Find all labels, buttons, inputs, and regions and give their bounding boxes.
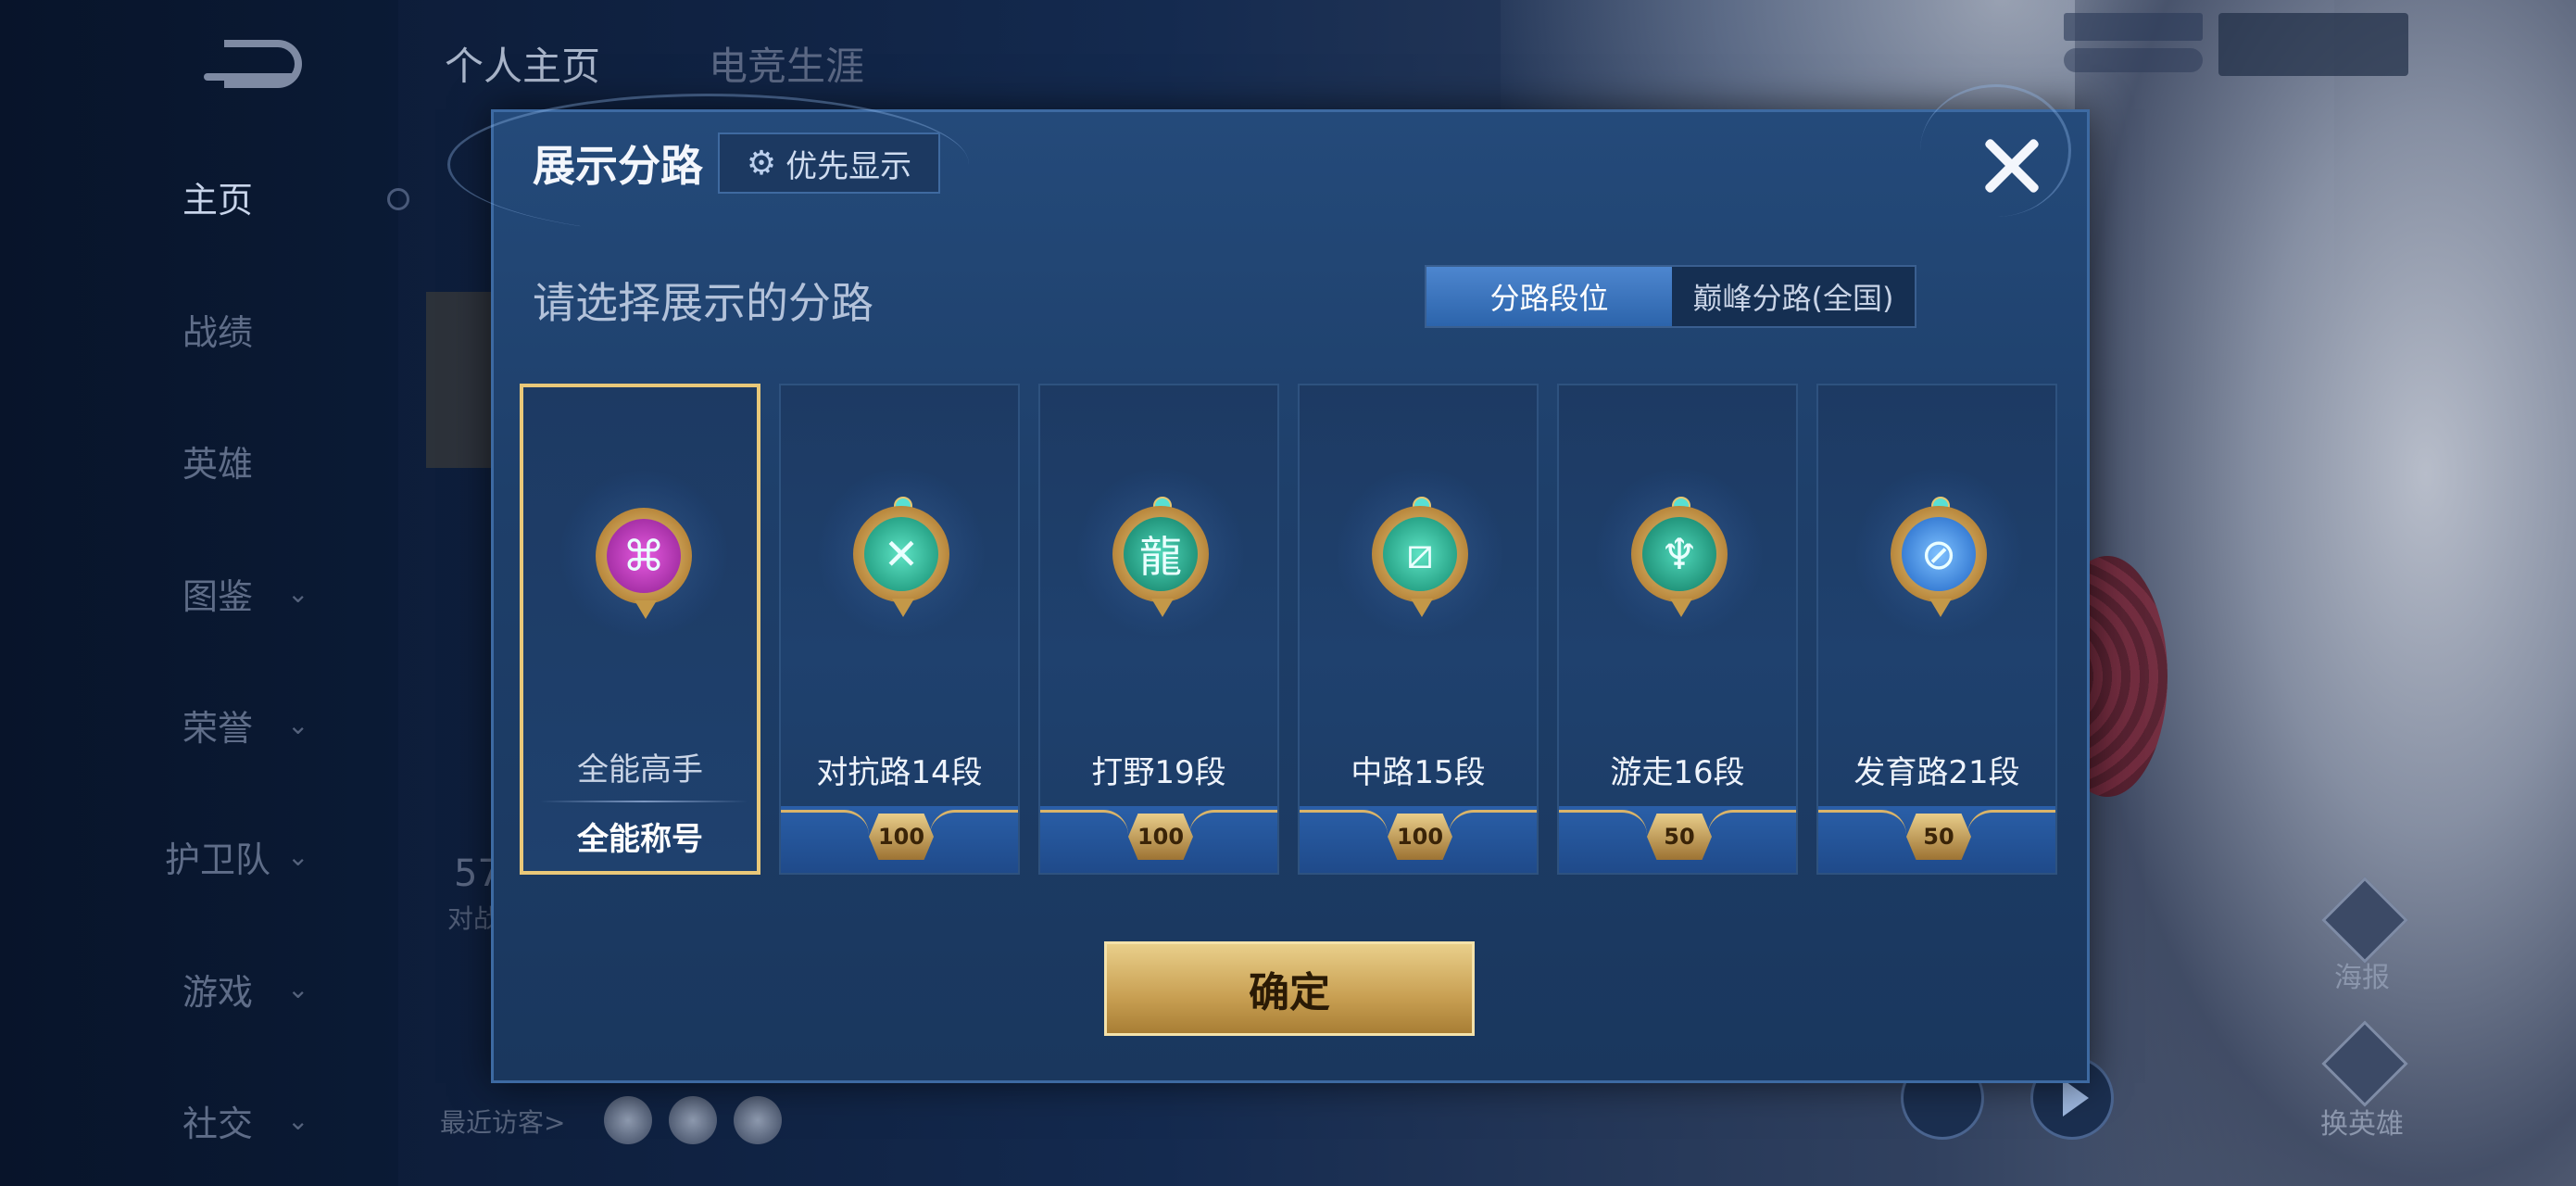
sidebar-item-gallery[interactable]: 图鉴 ⌄ — [157, 556, 380, 630]
chevron-down-icon: ⌄ — [287, 840, 309, 872]
sidebar-item-social[interactable]: 社交 ⌄ — [157, 1083, 380, 1157]
card-sub-label: 全能称号 — [577, 821, 703, 858]
card-label: 游走16段 — [1610, 754, 1745, 791]
tab-esports-career[interactable]: 电竞生涯 — [709, 35, 864, 92]
lane-card-all-round[interactable]: ⌘ 全能高手 全能称号 — [520, 384, 760, 875]
rank-bar: 100 — [1300, 806, 1537, 873]
poster-label: 海报 — [2334, 962, 2390, 994]
chevron-down-icon: ⌄ — [287, 973, 309, 1004]
lane-card-mid[interactable]: ⧄ 中路15段 100 — [1298, 384, 1539, 875]
card-label: 打野19段 — [1091, 754, 1226, 791]
chevron-down-icon: ⌄ — [287, 1104, 309, 1136]
dialog-subtitle: 请选择展示的分路 — [533, 278, 873, 328]
display-mode-toggle: 分路段位 巅峰分路(全国) — [1425, 265, 1916, 328]
sidebar-item-guard-team[interactable]: 护卫队 ⌄ — [157, 819, 380, 893]
sidebar-item-label: 荣誉 — [182, 707, 253, 749]
avatar[interactable] — [669, 1096, 717, 1144]
sidebar-item-label: 战绩 — [182, 311, 253, 353]
top-right-badge — [2064, 13, 2203, 41]
poster-icon — [2321, 877, 2408, 964]
tab-profile[interactable]: 个人主页 — [445, 35, 600, 92]
rank-bar: 100 — [1040, 806, 1277, 873]
sidebar-item-label: 图鉴 — [182, 575, 253, 617]
change-hero-label: 换英雄 — [2320, 1108, 2404, 1141]
priority-display-button[interactable]: ⚙ 优先显示 — [718, 132, 940, 194]
top-right-badge-2 — [2064, 48, 2203, 72]
all-round-emblem-icon: ⌘ — [551, 461, 736, 647]
lane-card-jungle[interactable]: 龍 打野19段 100 — [1038, 384, 1279, 875]
sidebar-item-label: 主页 — [182, 179, 253, 221]
sidebar-item-heroes[interactable]: 英雄 — [157, 423, 380, 498]
avatar[interactable] — [604, 1096, 652, 1144]
chevron-down-icon: ⌄ — [287, 709, 309, 740]
lane-display-dialog: 展示分路 ⚙ 优先显示 请选择展示的分路 分路段位 巅峰分路(全国) ⌘ 全能高… — [447, 84, 2090, 1083]
lane-card-roam[interactable]: ♆ 游走16段 50 — [1557, 384, 1798, 875]
avatar[interactable] — [734, 1096, 782, 1144]
sidebar-item-label: 英雄 — [182, 443, 253, 485]
back-arrow-icon[interactable] — [204, 32, 315, 88]
recent-visitors-link[interactable]: 最近访客> — [440, 1103, 565, 1140]
sidebar-item-label: 社交 — [182, 1103, 253, 1144]
chevron-down-icon: ⌄ — [287, 577, 309, 609]
rank-badge: 100 — [869, 814, 934, 860]
rank-badge: 50 — [1647, 814, 1712, 860]
dialog-title: 展示分路 — [533, 141, 703, 191]
lane-card-clash[interactable]: ✕ 对抗路14段 100 — [779, 384, 1020, 875]
sidebar-item-label: 游戏 — [182, 971, 253, 1013]
card-label: 全能高手 — [577, 751, 703, 789]
rank-bar: 100 — [781, 806, 1018, 873]
card-label: 发育路21段 — [1853, 754, 2020, 791]
sidebar-item-label: 护卫队 — [164, 839, 270, 880]
sidebar-item-home[interactable]: 主页 — [157, 159, 380, 233]
tab-peak-lane[interactable]: 巅峰分路(全国) — [1672, 267, 1915, 326]
farm-lane-emblem-icon: ⊘ — [1846, 460, 2031, 645]
sidebar-item-games[interactable]: 游戏 ⌄ — [157, 952, 380, 1026]
roam-wings-emblem-icon: ♆ — [1587, 460, 1772, 645]
rank-badge: 100 — [1128, 814, 1193, 860]
sidebar: 主页 战绩 英雄 图鉴 ⌄ 荣誉 ⌄ 护卫队 ⌄ 游戏 ⌄ 社交 ⌄ — [0, 0, 409, 1186]
lane-card-farm[interactable]: ⊘ 发育路21段 50 — [1816, 384, 2057, 875]
rank-badge: 50 — [1906, 814, 1971, 860]
change-hero-icon — [2321, 1020, 2408, 1107]
gear-icon: ⚙ — [746, 144, 777, 183]
rank-badge: 100 — [1388, 814, 1452, 860]
tab-lane-rank[interactable]: 分路段位 — [1426, 267, 1672, 326]
priority-display-label: 优先显示 — [785, 147, 912, 185]
sidebar-item-honor[interactable]: 荣誉 ⌄ — [157, 688, 380, 762]
card-label: 中路15段 — [1351, 754, 1486, 791]
sidebar-item-records[interactable]: 战绩 — [157, 292, 380, 366]
close-icon[interactable] — [1976, 131, 2046, 201]
clash-lane-emblem-icon: ✕ — [809, 460, 994, 645]
rank-bar: 50 — [1559, 806, 1796, 873]
jungle-dragon-emblem-icon: 龍 — [1068, 460, 1253, 645]
mid-lane-emblem-icon: ⧄ — [1327, 460, 1513, 645]
divider — [540, 801, 748, 802]
active-indicator — [387, 188, 409, 210]
rank-bar: 50 — [1818, 806, 2055, 873]
profile-thumbnail — [426, 292, 500, 468]
top-right-dropdown[interactable] — [2218, 13, 2408, 76]
confirm-button[interactable]: 确定 — [1104, 941, 1475, 1036]
card-label: 对抗路14段 — [816, 754, 983, 791]
